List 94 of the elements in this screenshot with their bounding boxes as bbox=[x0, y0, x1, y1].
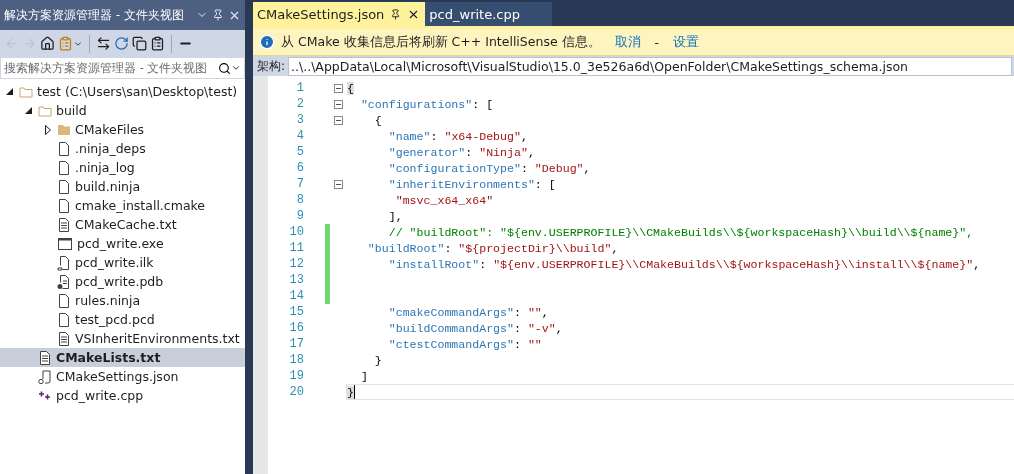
tree-item[interactable]: test (C:\Users\san\Desktop\test) bbox=[0, 82, 245, 101]
tree-item[interactable]: pcd_write.ilk bbox=[0, 253, 245, 272]
collapse-icon[interactable] bbox=[333, 179, 343, 189]
dropdown-icon[interactable] bbox=[231, 63, 241, 73]
code-line: "inheritEnvironments": [ bbox=[387, 177, 556, 191]
line-number: 18 bbox=[288, 353, 304, 367]
info-icon bbox=[259, 34, 275, 50]
switch-icon[interactable] bbox=[96, 36, 111, 51]
link-separator: - bbox=[654, 34, 660, 50]
code-line: // "buildRoot": "${env.USERPROFILE}\\CMakeBuilds\\${workspaceHash}\\build\\${name}", bbox=[387, 225, 974, 239]
code-line: } bbox=[373, 353, 382, 367]
search-field[interactable]: 搜索解决方案资源管理器 - 文件夹视图 bbox=[0, 57, 245, 79]
editor-tab[interactable]: pcd_write.cpp bbox=[425, 2, 553, 26]
line-number: 7 bbox=[295, 177, 304, 191]
line-number: 2 bbox=[295, 97, 304, 111]
file-icon bbox=[57, 140, 71, 157]
file-icon bbox=[57, 159, 71, 176]
home-icon[interactable] bbox=[40, 36, 55, 51]
tree-item[interactable]: rules.ninja bbox=[0, 291, 245, 310]
line-number: 14 bbox=[288, 289, 304, 303]
window-icon bbox=[57, 235, 73, 252]
code-line: { bbox=[373, 113, 382, 127]
tree-item[interactable]: CMakeSettings.json bbox=[0, 367, 245, 386]
text-file-icon bbox=[38, 349, 52, 366]
line-number: 6 bbox=[295, 161, 304, 175]
code-line: "ctestCommandArgs": "" bbox=[387, 337, 542, 351]
line-number: 15 bbox=[288, 305, 304, 319]
file-icon bbox=[57, 311, 71, 328]
editor-tab[interactable]: CMakeSettings.json bbox=[253, 2, 426, 26]
line-number: 1 bbox=[295, 81, 304, 95]
line-number: 20 bbox=[288, 385, 304, 399]
text-file-icon bbox=[57, 216, 71, 233]
line-number: 16 bbox=[288, 321, 304, 335]
info-link[interactable]: 设置 bbox=[673, 33, 700, 51]
expanded-arrow-icon[interactable] bbox=[6, 88, 13, 95]
panel-title: 解决方案资源管理器 - 文件夹视图 bbox=[4, 6, 185, 24]
code-line: ], bbox=[387, 209, 403, 223]
link-file-icon bbox=[57, 254, 71, 271]
schema-field[interactable]: ..\..\AppData\Local\Microsoft\VisualStudio\15.0_3e526a6d\OpenFolder\CMakeSettings_schema.json bbox=[288, 56, 1012, 76]
line-number: 8 bbox=[295, 193, 304, 207]
info-message: 从 CMake 收集信息后将刷新 C++ IntelliSense 信息。 bbox=[281, 33, 601, 51]
code-line: "msvc_x64_x64" bbox=[394, 193, 494, 207]
code-line: "generator": "Ninja", bbox=[387, 145, 535, 159]
line-number: 10 bbox=[288, 225, 304, 239]
line-number: 5 bbox=[295, 145, 304, 159]
tree-item[interactable]: cmake_install.cmake bbox=[0, 196, 245, 215]
tree-item[interactable]: build.ninja bbox=[0, 177, 245, 196]
line-number: 4 bbox=[295, 129, 304, 143]
file-icon bbox=[57, 197, 71, 214]
file-icon bbox=[57, 178, 71, 195]
code-line: "cmakeCommandArgs": "", bbox=[387, 305, 549, 319]
line-number: 12 bbox=[288, 257, 304, 271]
tree-item[interactable]: pcd_write.exe bbox=[0, 234, 245, 253]
code-line: "configurations": [ bbox=[359, 97, 494, 111]
code-line: ] bbox=[359, 369, 368, 383]
collapse-icon[interactable] bbox=[333, 83, 343, 93]
collapse-icon[interactable] bbox=[132, 36, 147, 51]
text-caret bbox=[353, 385, 355, 399]
file-icon bbox=[57, 292, 71, 309]
expanded-arrow-icon[interactable] bbox=[25, 107, 32, 114]
code-line: "name": "x64-Debug", bbox=[387, 129, 528, 143]
collapse-icon[interactable] bbox=[333, 115, 343, 125]
database-file-icon bbox=[57, 273, 71, 290]
line-number: 3 bbox=[295, 113, 304, 127]
tree-item[interactable]: pcd_write.pdb bbox=[0, 272, 245, 291]
tree-item[interactable]: pcd_write.cpp bbox=[0, 386, 245, 405]
tree-item[interactable]: build bbox=[0, 101, 245, 120]
tree-item[interactable]: VSInheritEnvironments.txt bbox=[0, 329, 245, 348]
code-line: "configurationType": "Debug", bbox=[387, 161, 591, 175]
text-file-icon bbox=[57, 330, 71, 347]
collapse-icon[interactable] bbox=[333, 99, 343, 109]
tree-item[interactable]: .ninja_log bbox=[0, 158, 245, 177]
search-icon[interactable] bbox=[218, 61, 231, 75]
schema-label: 架构: bbox=[257, 57, 286, 75]
code-line: "buildRoot": "${projectDir}\\build", bbox=[366, 241, 619, 255]
pin-icon[interactable] bbox=[390, 8, 402, 20]
tree-item[interactable]: CMakeCache.txt bbox=[0, 215, 245, 234]
tree-item[interactable]: .ninja_deps bbox=[0, 139, 245, 158]
tree-item[interactable]: CMakeFiles bbox=[0, 120, 245, 139]
code-line: "installRoot": "${env.USERPROFILE}\\CMakeBuilds\\${workspaceHash}\\install\\${name}", bbox=[387, 257, 981, 271]
collapsed-arrow-icon[interactable] bbox=[44, 124, 51, 135]
tree-item[interactable]: test_pcd.pcd bbox=[0, 310, 245, 329]
pin-icon[interactable] bbox=[212, 9, 224, 21]
line-number: 17 bbox=[288, 337, 304, 351]
info-link[interactable]: 取消 bbox=[614, 33, 641, 51]
line-number: 13 bbox=[288, 273, 304, 287]
tree-item[interactable]: CMakeLists.txt bbox=[0, 348, 245, 367]
line-number: 11 bbox=[288, 241, 304, 255]
line-number: 9 bbox=[295, 209, 304, 223]
code-line: "buildCommandArgs": "-v", bbox=[387, 321, 563, 335]
settings-file-icon bbox=[38, 368, 52, 385]
properties-icon[interactable] bbox=[150, 36, 165, 51]
refresh-icon[interactable] bbox=[114, 36, 129, 51]
line-number: 19 bbox=[288, 369, 304, 383]
